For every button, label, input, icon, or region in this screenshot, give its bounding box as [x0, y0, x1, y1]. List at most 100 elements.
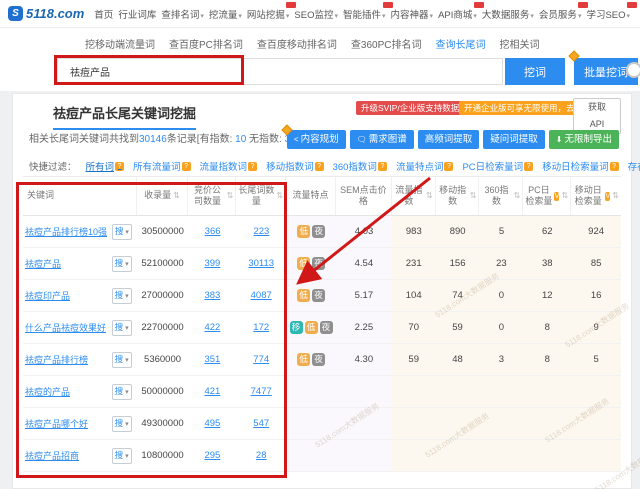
floating-help-icon[interactable]: [626, 62, 640, 78]
tab-longtail-query[interactable]: 查询长尾词: [435, 36, 485, 54]
help-icon[interactable]: [248, 162, 257, 171]
keyword-search-input[interactable]: [57, 58, 503, 85]
tab-baidu-pc-rank[interactable]: 查百度PC排名词: [169, 36, 243, 54]
col-bidding-companies[interactable]: 竞价公司数量: [188, 177, 236, 215]
bidding-count-link[interactable]: 351: [204, 354, 220, 365]
search-dropdown-button[interactable]: 搜: [112, 288, 132, 304]
help-icon[interactable]: [444, 162, 453, 171]
bidding-count-link[interactable]: 495: [204, 418, 220, 429]
bidding-count-link[interactable]: 422: [204, 322, 220, 333]
longtail-count-link[interactable]: 28: [256, 450, 267, 461]
help-icon[interactable]: [182, 162, 191, 171]
nav-items: 首页 行业词库 查排名词▾ 挖流量▾ 网站挖掘▾ SEO监控▾ 智能插件▾ 内容…: [94, 7, 630, 21]
mobile-index: 156: [436, 248, 480, 279]
sort-icon[interactable]: [470, 191, 477, 201]
longtail-count-link[interactable]: 547: [253, 418, 269, 429]
col-mobile-index[interactable]: 移动指数: [436, 177, 480, 215]
col-360-index[interactable]: 360指数: [479, 177, 523, 215]
filter-traffic-index-words[interactable]: 流量指数词: [200, 159, 258, 173]
nav-item-smart-plugin[interactable]: 智能插件▾: [343, 7, 386, 21]
bidding-count-link[interactable]: 295: [204, 450, 220, 461]
longtail-count-link[interactable]: 223: [253, 226, 269, 237]
nav-item-industry-lexicon[interactable]: 行业词库: [118, 7, 156, 21]
tab-mobile-traffic-words[interactable]: 挖移动端流量词: [85, 36, 155, 54]
tab-related-words[interactable]: 挖相关词: [499, 36, 539, 54]
bidding-count-link[interactable]: 383: [204, 290, 220, 301]
keyword-link[interactable]: 祛痘产品排行榜: [25, 353, 88, 366]
sort-icon[interactable]: [426, 191, 433, 201]
longtail-count-link[interactable]: 30113: [248, 258, 274, 269]
nav-item-dig-traffic[interactable]: 挖流量▾: [209, 7, 242, 21]
filter-mobile-daily-search-words[interactable]: 移动日检索量词: [542, 159, 619, 173]
sort-icon[interactable]: [612, 191, 619, 201]
col-traffic-index[interactable]: 流量指数: [392, 177, 436, 215]
longtail-count-link[interactable]: 4087: [251, 290, 272, 301]
col-mobile-daily-search[interactable]: 移动日检索量: [571, 177, 621, 215]
tab-360-pc-rank[interactable]: 查360PC排名词: [351, 36, 422, 54]
traffic-index: [392, 376, 436, 407]
sort-icon[interactable]: [561, 191, 568, 201]
dig-words-button[interactable]: 挖词: [505, 58, 565, 85]
keyword-link[interactable]: 祛痘产品招商: [25, 449, 79, 462]
nav-item-bigdata-service[interactable]: 大数据服务▾: [482, 7, 534, 21]
keyword-link[interactable]: 祛痘产品哪个好: [25, 417, 88, 430]
tab-baidu-mobile-rank[interactable]: 查百度移动排名词: [257, 36, 337, 54]
nav-item-member-service[interactable]: 会员服务▾: [539, 7, 582, 21]
keyword-link[interactable]: 什么产品祛痘效果好: [25, 321, 106, 334]
search-dropdown-button[interactable]: 搜: [112, 320, 132, 336]
filter-all-traffic-words[interactable]: 所有流量词: [133, 159, 191, 173]
traffic-index: 104: [392, 280, 436, 311]
filter-pc-daily-search-words[interactable]: PC日检索量词: [462, 159, 533, 173]
help-icon[interactable]: [315, 162, 324, 171]
col-index-volume[interactable]: 收录量: [137, 177, 189, 215]
search-dropdown-button[interactable]: 搜: [112, 256, 132, 272]
search-dropdown-button[interactable]: 搜: [112, 224, 132, 240]
keyword-link[interactable]: 祛痘产品排行榜10强: [25, 225, 107, 238]
bidding-count-link[interactable]: 399: [204, 258, 220, 269]
sort-icon[interactable]: [227, 191, 234, 201]
longtail-count-link[interactable]: 172: [253, 322, 269, 333]
keyword-link[interactable]: 祛痘产品: [25, 257, 61, 270]
question-extract-button[interactable]: 疑问词提取: [483, 130, 545, 149]
sort-icon[interactable]: [276, 191, 283, 201]
help-icon[interactable]: [378, 162, 387, 171]
search-dropdown-button[interactable]: 搜: [112, 352, 132, 368]
search-dropdown-button[interactable]: 搜: [112, 448, 132, 464]
mobile-index: 59: [436, 312, 480, 343]
bidding-count-link[interactable]: 366: [205, 226, 221, 237]
keyword-link[interactable]: 祛痘印产品: [25, 289, 70, 302]
nav-item-content-tool[interactable]: 内容神器▾: [391, 7, 434, 21]
filter-bidding-words[interactable]: 存在竞价的词: [628, 159, 640, 173]
unlimited-export-button[interactable]: ⬇无限制导出: [549, 130, 619, 149]
filter-mobile-index-words[interactable]: 移动指数词: [266, 159, 324, 173]
nav-item-seo-monitor[interactable]: SEO监控▾: [294, 7, 338, 21]
demand-map-button[interactable]: 🗨需求图谱: [350, 130, 414, 149]
get-api-button[interactable]: 获取API: [573, 98, 621, 134]
filter-360-index-words[interactable]: 360指数词: [333, 159, 387, 173]
pc-daily-search: 8: [523, 344, 571, 375]
col-pc-daily-search[interactable]: PC日检索量: [523, 177, 571, 215]
highfreq-extract-button[interactable]: 高频词提取: [418, 130, 480, 149]
nav-item-api-store[interactable]: API商城▾: [438, 7, 477, 21]
filter-traffic-feature-words[interactable]: 流量特点词: [396, 159, 454, 173]
nav-item-rank-words[interactable]: 查排名词▾: [161, 7, 204, 21]
site-logo[interactable]: S 5118.com: [8, 6, 84, 21]
help-icon[interactable]: [610, 162, 619, 171]
search-dropdown-button[interactable]: 搜: [112, 416, 132, 432]
longtail-count-link[interactable]: 7477: [251, 386, 272, 397]
col-longtail-count[interactable]: 长尾词数量: [236, 177, 286, 215]
nav-item-site-mining[interactable]: 网站挖掘▾: [247, 7, 290, 21]
chevron-down-icon: ▾: [473, 13, 477, 20]
help-icon[interactable]: [524, 162, 533, 171]
content-plan-button[interactable]: <内容规划: [287, 130, 346, 149]
sort-icon[interactable]: [173, 191, 180, 201]
nav-item-learn-seo[interactable]: 学习SEO▾: [586, 7, 630, 21]
keyword-link[interactable]: 祛痘的产品: [25, 385, 70, 398]
longtail-count-link[interactable]: 774: [253, 354, 269, 365]
sort-icon[interactable]: [514, 191, 521, 201]
help-icon[interactable]: [115, 162, 124, 171]
filter-all-words[interactable]: 所有词: [86, 159, 125, 173]
nav-item-home[interactable]: 首页: [94, 7, 113, 21]
search-dropdown-button[interactable]: 搜: [112, 384, 132, 400]
bidding-count-link[interactable]: 421: [204, 386, 220, 397]
